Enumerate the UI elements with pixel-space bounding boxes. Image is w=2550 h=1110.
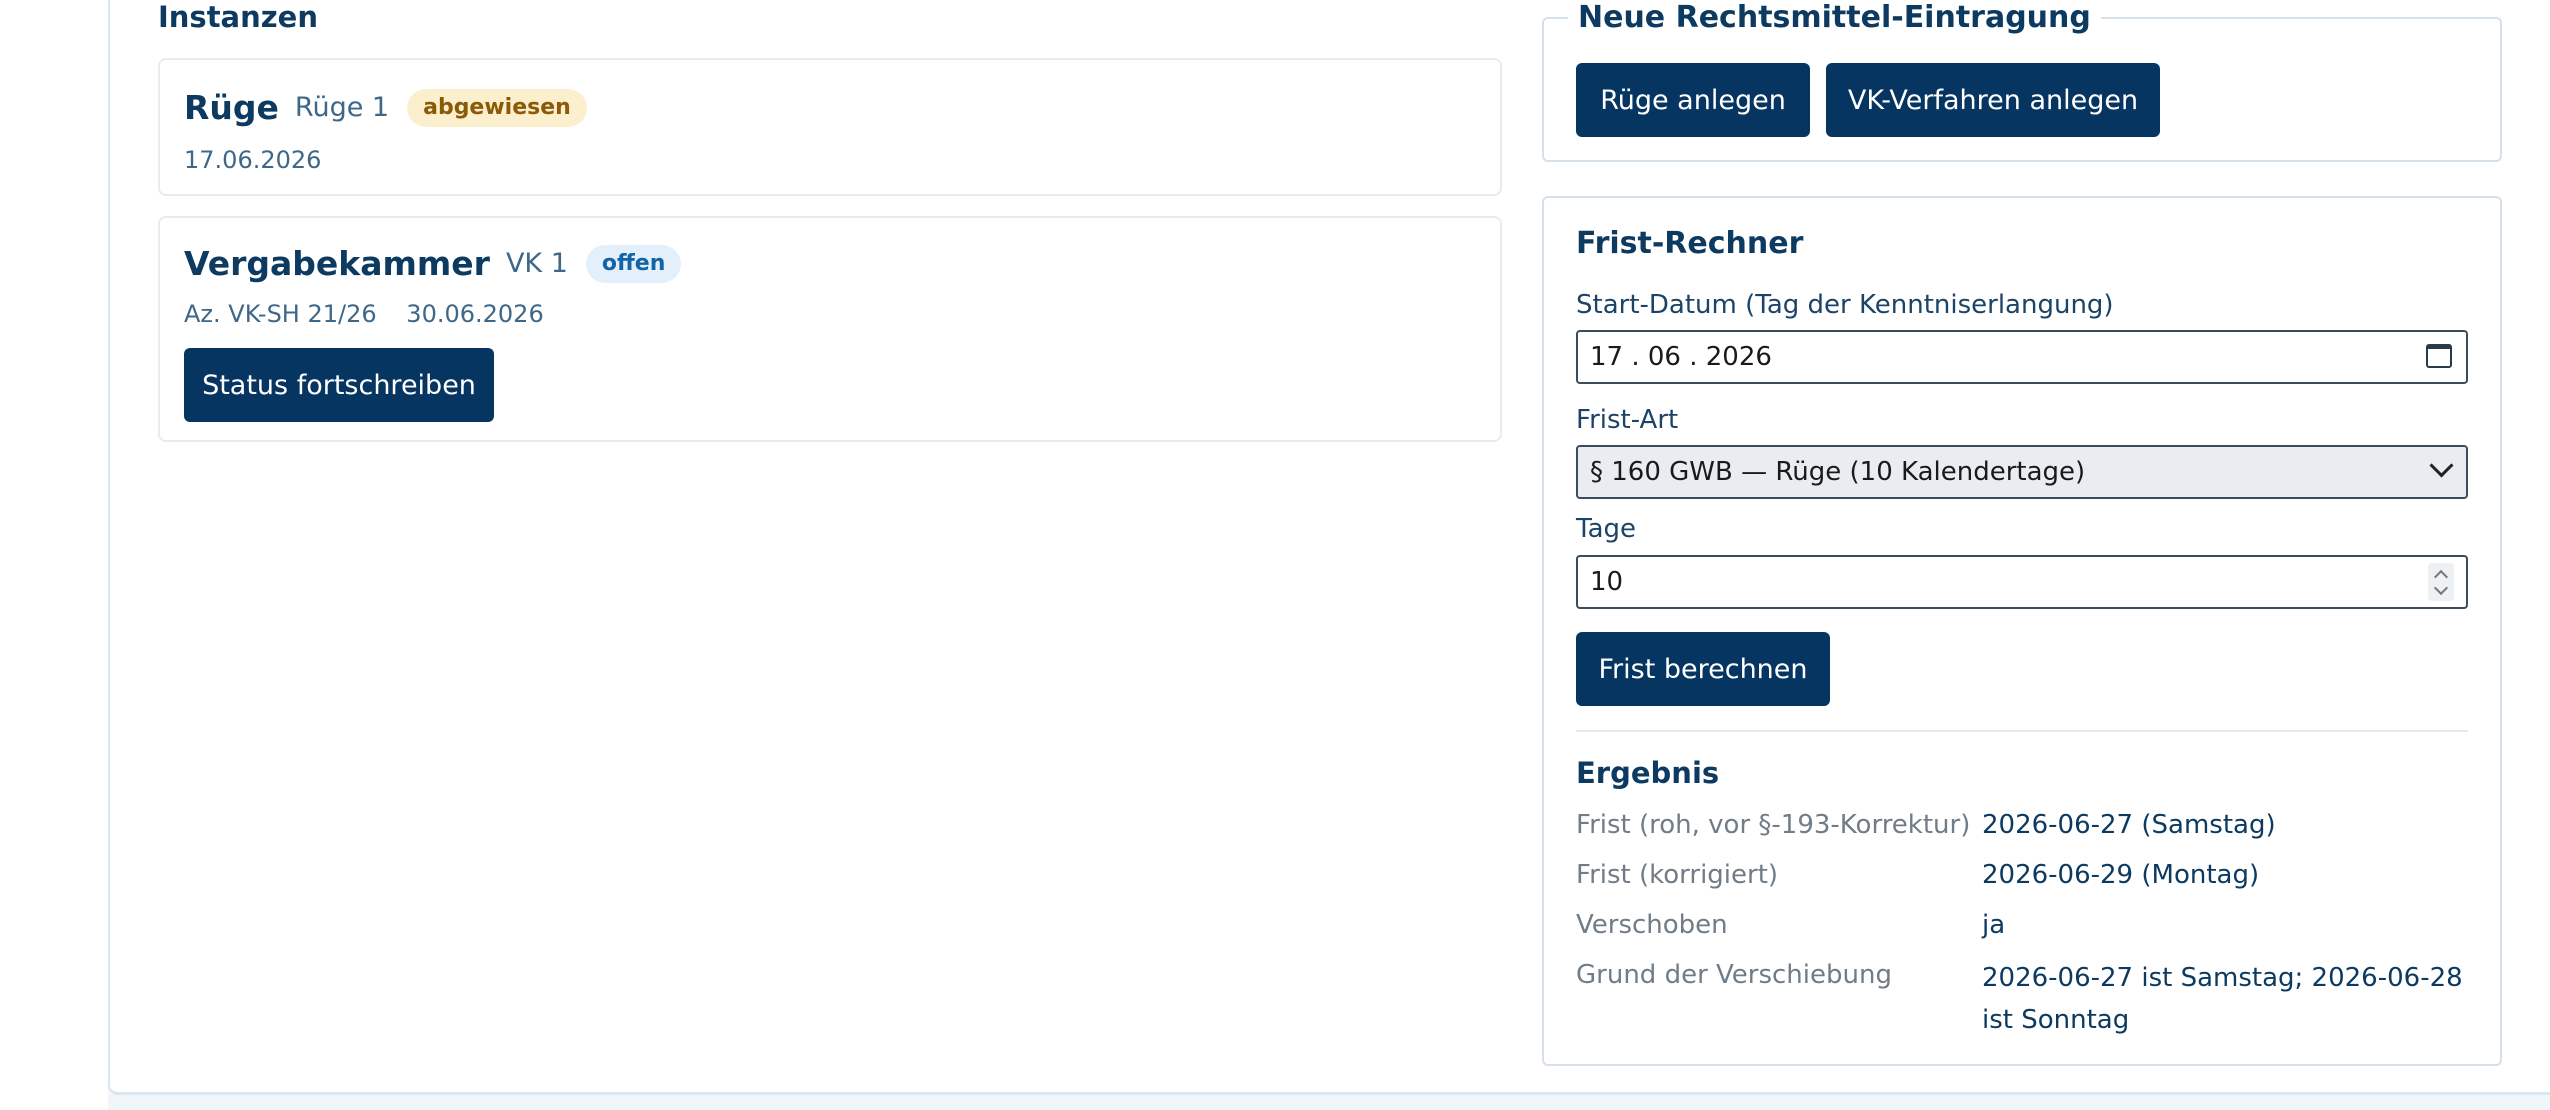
instance-type: Vergabekammer — [184, 244, 490, 283]
instance-type: Rüge — [184, 88, 279, 127]
add-ruge-button[interactable]: Rüge anlegen — [1576, 63, 1810, 137]
calculate-deadline-button[interactable]: Frist berechnen — [1576, 632, 1830, 706]
chevron-down-icon — [2429, 453, 2454, 478]
start-date-label: Start-Datum (Tag der Kenntniserlangung) — [1576, 290, 2114, 320]
instance-title-row: Rüge Rüge 1 abgewiesen — [184, 88, 587, 127]
update-status-button[interactable]: Status fortschreiben — [184, 348, 494, 422]
result-label: Grund der Verschiebung — [1576, 960, 1892, 990]
instance-name: VK 1 — [505, 248, 568, 279]
status-badge: abgewiesen — [407, 88, 587, 127]
instances-heading: Instanzen — [158, 0, 318, 34]
calculator-title: Frist-Rechner — [1576, 226, 1804, 261]
instance-reference: Az. VK-SH 21/26 — [184, 300, 377, 328]
instance-card-vergabekammer: Vergabekammer VK 1 offen Az. VK-SH 21/26… — [158, 216, 1502, 442]
deadline-type-select[interactable]: § 160 GWB — Rüge (10 Kalendertage) — [1576, 445, 2468, 499]
spinner-icon[interactable] — [2428, 563, 2454, 601]
result-label: Frist (korrigiert) — [1576, 860, 1779, 890]
side-strip — [0, 0, 108, 1110]
calendar-icon[interactable] — [2426, 344, 2452, 368]
days-label: Tage — [1576, 514, 1637, 544]
new-entry-legend: Neue Rechtsmittel-Eintragung — [1578, 0, 2091, 35]
result-label: Frist (roh, vor §-193-Korrektur) — [1576, 810, 1971, 840]
result-value: ja — [1982, 910, 2006, 940]
days-value: 10 — [1590, 567, 1624, 597]
instance-card-ruge: Rüge Rüge 1 abgewiesen 17.06.2026 — [158, 58, 1502, 196]
start-date-input[interactable]: 17 . 06 . 2026 — [1576, 330, 2468, 384]
result-value: 2026-06-27 (Samstag) — [1982, 810, 2276, 840]
instance-meta: Az. VK-SH 21/26 30.06.2026 — [184, 300, 544, 328]
divider — [1576, 730, 2468, 732]
instance-meta: 17.06.2026 — [184, 146, 321, 174]
result-value: 2026-06-29 (Montag) — [1982, 860, 2260, 890]
deadline-type-value: § 160 GWB — Rüge (10 Kalendertage) — [1590, 457, 2086, 487]
result-label: Verschoben — [1576, 910, 1728, 940]
result-value: 2026-06-27 ist Samstag; 2026-06-28 ist S… — [1982, 963, 2463, 1035]
start-date-value: 17 . 06 . 2026 — [1590, 342, 1772, 372]
spin-down-icon[interactable] — [2433, 580, 2449, 596]
result-title: Ergebnis — [1576, 756, 1720, 790]
deadline-type-label: Frist-Art — [1576, 405, 1679, 435]
instance-date: 17.06.2026 — [184, 146, 322, 174]
status-badge: offen — [585, 244, 682, 283]
add-vk-procedure-button[interactable]: VK-Verfahren anlegen — [1826, 63, 2160, 137]
instance-date: 30.06.2026 — [406, 300, 544, 328]
days-input[interactable]: 10 — [1576, 555, 2468, 609]
instance-title-row: Vergabekammer VK 1 offen — [184, 244, 682, 283]
instance-name: Rüge 1 — [294, 92, 390, 123]
